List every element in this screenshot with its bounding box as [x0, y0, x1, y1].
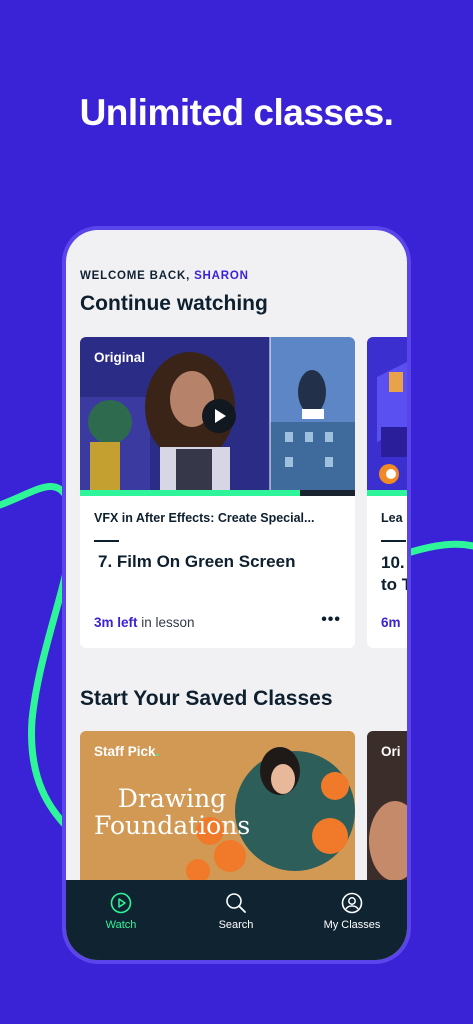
- more-options-icon[interactable]: •••: [321, 611, 341, 629]
- time-left: 6m: [381, 615, 401, 630]
- class-art-title-line: Drawing: [117, 784, 227, 813]
- saved-classes-title: Start Your Saved Classes: [80, 687, 333, 710]
- time-left: 3m left in lesson: [94, 615, 195, 630]
- course-title: VFX in After Effects: Create Special...: [94, 511, 315, 525]
- continue-card[interactable]: Lea 10. to T 6m: [367, 337, 407, 648]
- badge-dot: .: [155, 744, 160, 759]
- welcome-prefix: WELCOME BACK,: [80, 270, 191, 282]
- app-screen: WELCOME BACK, SHARON Continue watching O…: [66, 230, 407, 960]
- tab-search[interactable]: Search: [181, 892, 291, 931]
- play-button[interactable]: [202, 399, 236, 433]
- divider: [381, 540, 406, 542]
- time-left-value: 6m: [381, 615, 401, 630]
- lesson-title: 7. Film On Green Screen: [98, 552, 296, 571]
- phone-frame: WELCOME BACK, SHARON Continue watching O…: [62, 226, 411, 964]
- play-circle-icon: [110, 892, 132, 914]
- class-thumbnail: [367, 337, 407, 496]
- tab-my-classes[interactable]: My Classes: [297, 892, 407, 931]
- course-title: Lea: [381, 511, 403, 525]
- progress-track: [80, 490, 355, 496]
- lesson-title-line: 10.: [381, 553, 405, 572]
- saved-class-card[interactable]: Ori: [367, 731, 407, 891]
- bottom-tab-bar: Watch Search My Classes: [66, 880, 407, 960]
- continue-watching-title: Continue watching: [80, 292, 268, 315]
- tab-label: Watch: [105, 919, 137, 931]
- welcome-message: WELCOME BACK, SHARON: [80, 270, 249, 282]
- saved-class-card[interactable]: Staff Pick. Drawing Foundations: [80, 731, 355, 891]
- headline: Unlimited classes.: [79, 92, 394, 133]
- continue-card[interactable]: Original VFX in After Effects: Create Sp…: [80, 337, 355, 648]
- progress-fill: [80, 490, 300, 496]
- time-left-suffix: in lesson: [141, 615, 195, 630]
- tab-label: Search: [218, 919, 254, 931]
- original-badge: Original: [94, 350, 146, 365]
- tab-watch[interactable]: Watch: [66, 892, 176, 931]
- play-icon: [215, 409, 226, 423]
- staff-pick-badge: Staff Pick.: [94, 744, 159, 759]
- tab-label: My Classes: [323, 919, 381, 931]
- search-icon: [226, 893, 246, 913]
- lesson-title: 10. to T: [381, 552, 407, 596]
- user-circle-icon: [341, 892, 363, 914]
- divider: [94, 540, 119, 542]
- class-art-title: Drawing Foundations: [94, 785, 250, 839]
- staff-pick-label: Staff Pick: [94, 744, 156, 759]
- time-left-value: 3m left: [94, 615, 138, 630]
- user-name: SHARON: [194, 270, 249, 282]
- progress-track: [367, 490, 407, 496]
- progress-fill: [367, 490, 407, 496]
- lesson-title-line: to T: [381, 575, 407, 594]
- original-badge: Ori: [381, 744, 401, 759]
- class-art-title-line: Foundations: [94, 811, 251, 840]
